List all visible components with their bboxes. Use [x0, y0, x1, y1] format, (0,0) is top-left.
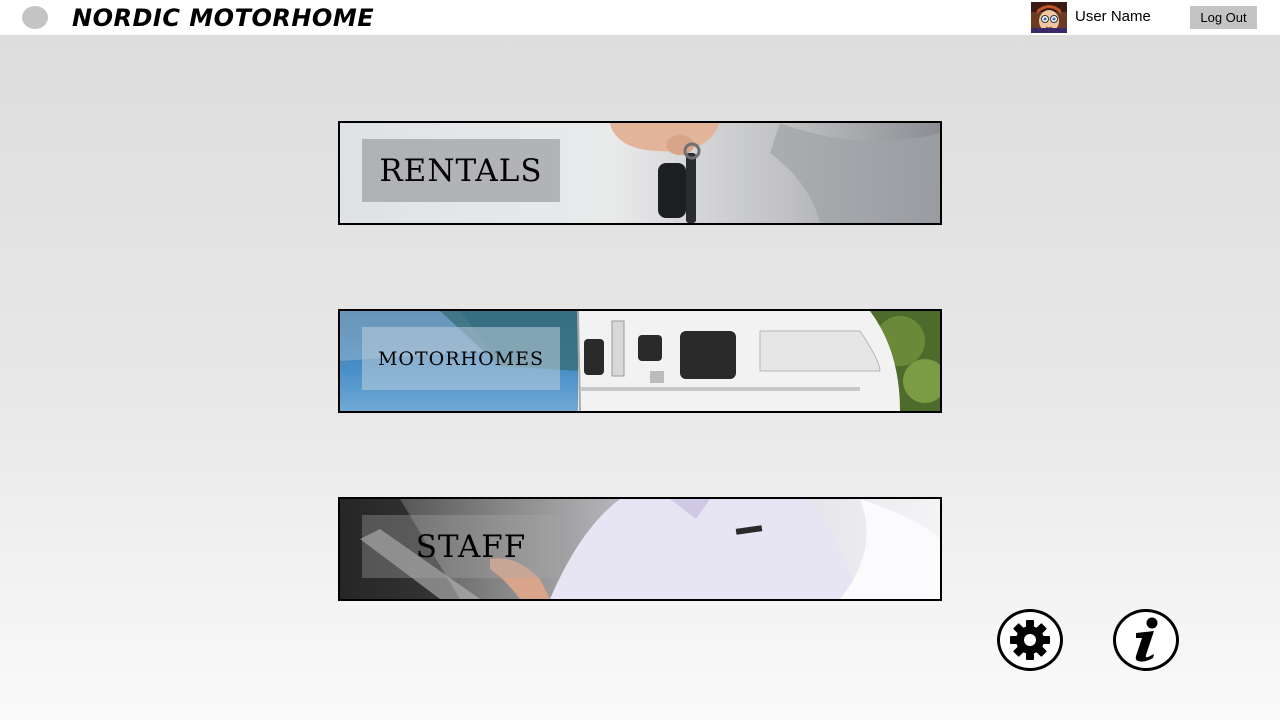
motorhomes-label-box: MOTORHOMES: [362, 327, 560, 390]
app-title: NORDIC MOTORHOME: [72, 4, 375, 32]
user-name: User Name: [1075, 8, 1151, 25]
rentals-label-box: RENTALS: [362, 139, 560, 202]
staff-label: STAFF: [415, 528, 527, 565]
gear-icon: [1010, 620, 1050, 660]
motorhomes-tile[interactable]: MOTORHOMES: [338, 309, 942, 413]
info-button[interactable]: [1113, 609, 1179, 671]
motorhomes-label: MOTORHOMES: [377, 347, 545, 370]
top-bar: NORDIC MOTORHOME User Name Log Out: [0, 0, 1280, 35]
menu-dot-icon[interactable]: [22, 6, 48, 29]
info-icon: [1135, 617, 1158, 662]
rentals-tile[interactable]: RENTALS: [338, 121, 942, 225]
avatar[interactable]: [1031, 2, 1067, 33]
staff-label-box: STAFF: [362, 515, 560, 578]
rentals-label: RENTALS: [379, 152, 543, 189]
logout-button[interactable]: Log Out: [1190, 6, 1257, 29]
staff-tile[interactable]: STAFF: [338, 497, 942, 601]
settings-button[interactable]: [997, 609, 1063, 671]
